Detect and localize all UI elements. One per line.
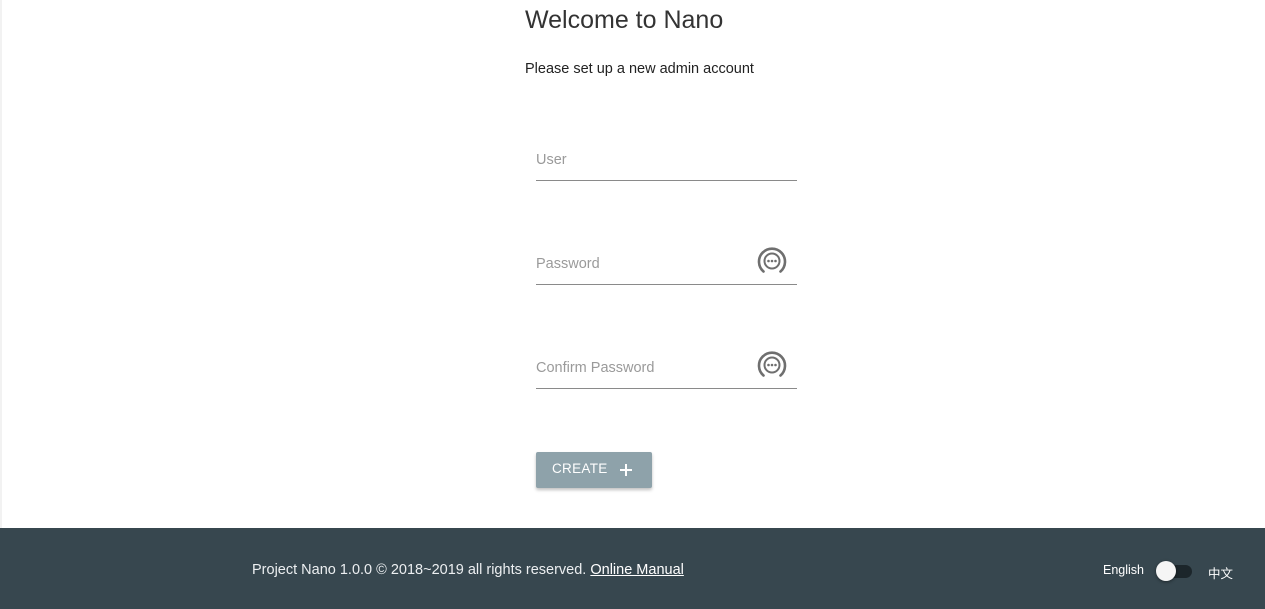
visibility-toggle-icon[interactable]: [755, 244, 789, 278]
language-toggle[interactable]: [1156, 561, 1194, 581]
language-label-english: English: [1103, 563, 1144, 577]
user-field: [536, 140, 797, 181]
online-manual-link[interactable]: Online Manual: [590, 562, 684, 578]
confirm-password-field: [536, 348, 797, 389]
create-button-label: CREATE: [552, 461, 608, 476]
page: Welcome to Nano Please set up a new admi…: [0, 0, 1265, 609]
plus-icon: [618, 462, 634, 478]
password-input[interactable]: [536, 252, 746, 276]
copyright-text: Project Nano 1.0.0 © 2018~2019 all right…: [252, 562, 587, 578]
page-subtitle: Please set up a new admin account: [525, 61, 754, 77]
footer: Project Nano 1.0.0 © 2018~2019 all right…: [0, 528, 1265, 609]
create-button[interactable]: CREATE: [536, 452, 652, 488]
user-input[interactable]: [536, 148, 746, 172]
visibility-toggle-icon[interactable]: [755, 348, 789, 382]
left-divider: [0, 0, 2, 528]
page-title: Welcome to Nano: [525, 6, 724, 34]
confirm-password-input[interactable]: [536, 356, 746, 380]
toggle-thumb: [1156, 561, 1176, 581]
language-label-chinese: 中文: [1208, 567, 1234, 581]
password-field: [536, 244, 797, 285]
footer-copyright: Project Nano 1.0.0 © 2018~2019 all right…: [252, 560, 684, 580]
